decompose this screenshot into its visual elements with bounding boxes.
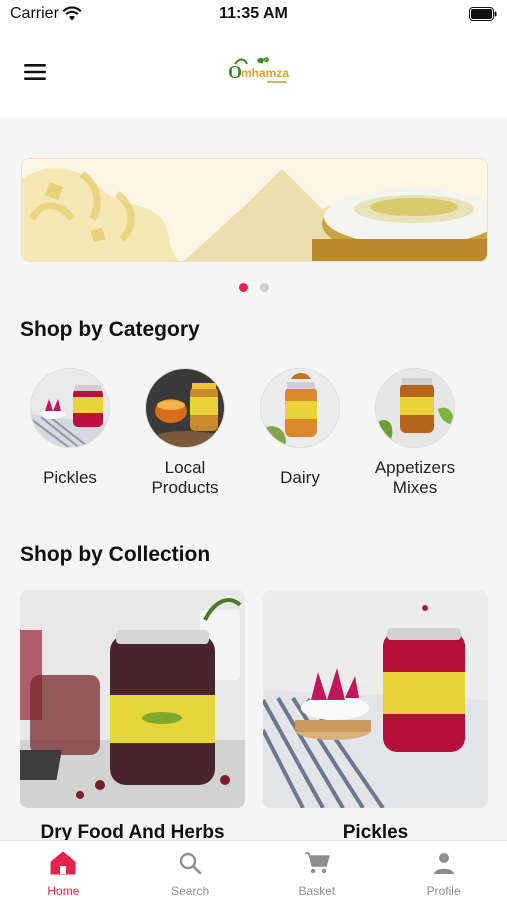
tab-home[interactable]: Home	[0, 841, 127, 900]
tab-label: Search	[171, 884, 210, 898]
tab-label: Profile	[426, 884, 461, 898]
bottom-tab-bar: Home Search Basket Profile	[0, 840, 507, 900]
category-label: Dairy	[280, 468, 320, 487]
status-bar: Carrier 11:35 AM	[0, 0, 507, 30]
collection-card-pickles[interactable]: Pickles	[263, 590, 488, 843]
pagination-dot[interactable]	[259, 283, 269, 292]
promo-banner[interactable]	[21, 158, 488, 262]
collection-image	[263, 590, 488, 808]
tab-basket[interactable]: Basket	[254, 841, 381, 900]
category-image	[375, 368, 455, 448]
search-icon	[178, 851, 202, 880]
svg-text:mhamza: mhamza	[241, 66, 289, 80]
tab-profile[interactable]: Profile	[380, 841, 507, 900]
collection-section-title: Shop by Collection	[20, 543, 211, 566]
category-label: Local Products	[151, 458, 219, 497]
home-icon	[50, 851, 76, 880]
collection-card-dry-food[interactable]: Dry Food And Herbs	[20, 590, 245, 843]
category-item-local-products[interactable]: Local Products	[130, 368, 240, 508]
category-item-dairy[interactable]: Dairy	[245, 368, 355, 508]
pagination-dot-active[interactable]	[238, 283, 248, 292]
category-label: Appetizers Mixes	[374, 458, 456, 497]
app-header: O mhamza	[0, 30, 507, 118]
profile-icon	[432, 851, 456, 880]
brand-logo: O mhamza	[227, 56, 293, 88]
banner-pagination	[0, 283, 507, 292]
category-item-appetizers-mixes[interactable]: Appetizers Mixes	[360, 368, 470, 508]
clock: 11:35 AM	[219, 5, 288, 22]
tab-label: Home	[47, 884, 80, 898]
svg-text:O: O	[228, 62, 242, 82]
category-list: Pickles Local Products Dairy Appetizers …	[0, 368, 507, 508]
tab-search[interactable]: Search	[127, 841, 254, 900]
battery-icon	[469, 7, 497, 26]
tab-label: Basket	[298, 884, 336, 898]
category-image	[145, 368, 225, 448]
category-section-title: Shop by Category	[20, 318, 200, 341]
cart-icon	[304, 851, 330, 880]
collection-image	[20, 590, 245, 808]
category-image	[260, 368, 340, 448]
category-image	[30, 368, 110, 448]
category-item-pickles[interactable]: Pickles	[15, 368, 125, 508]
hamburger-menu-icon[interactable]	[22, 62, 48, 82]
category-label: Pickles	[43, 468, 97, 487]
